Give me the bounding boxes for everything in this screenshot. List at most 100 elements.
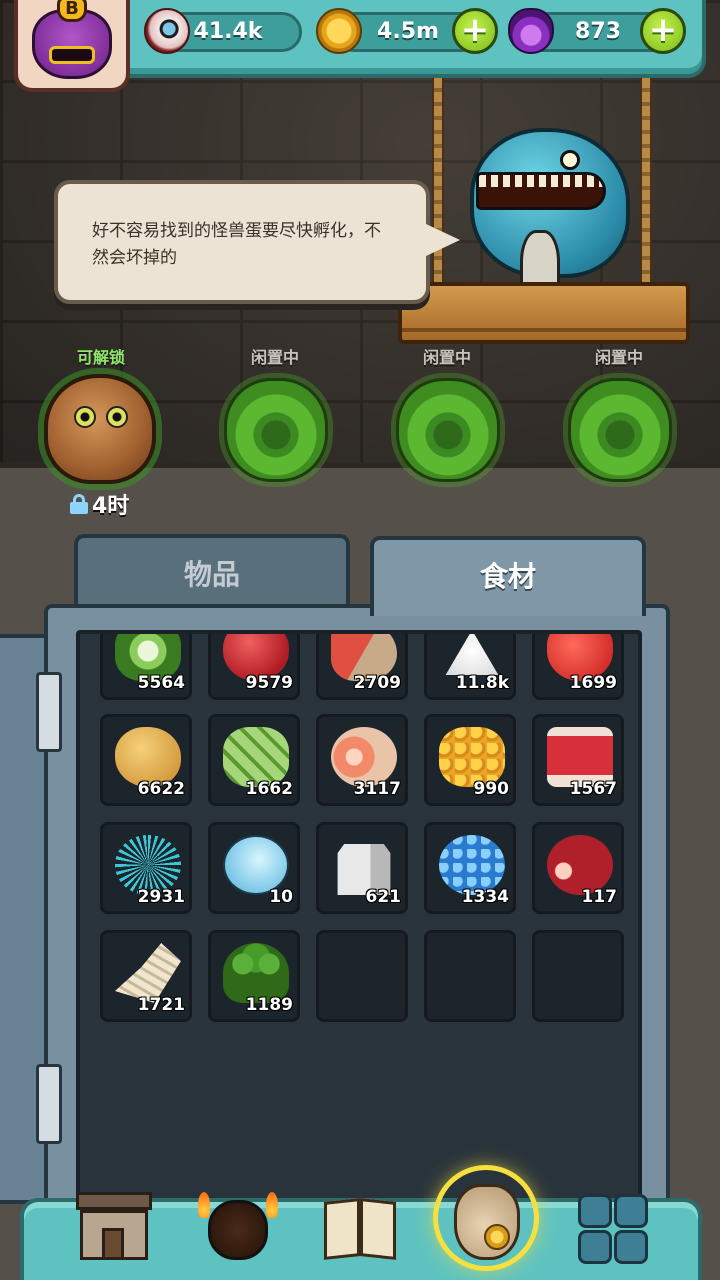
sea-urchin-icon bbox=[115, 835, 181, 895]
swing-rope-left bbox=[432, 78, 444, 308]
bag-body bbox=[454, 1184, 520, 1260]
lock-icon bbox=[70, 494, 88, 514]
speech-text: 好不容易找到的怪兽蛋要尽快孵化，不然会坏掉的 bbox=[92, 221, 381, 268]
ingredient-count: 1699 bbox=[569, 673, 617, 693]
ingredient-slot[interactable]: 1721 bbox=[100, 930, 192, 1022]
slot-status: 可解锁 bbox=[76, 348, 125, 367]
speech-bubble: 好不容易找到的怪兽蛋要尽快孵化，不然会坏掉的 bbox=[54, 180, 460, 304]
ingredient-slot[interactable]: 1189 bbox=[208, 930, 300, 1022]
slot-status: 闲置中 bbox=[594, 348, 643, 367]
light-bulb-icon bbox=[223, 835, 289, 895]
incubator-slot-2[interactable]: 闲置中 bbox=[210, 344, 340, 482]
ingredient-slot[interactable]: 1334 bbox=[424, 822, 516, 914]
empty-ingredient-slot[interactable] bbox=[316, 930, 408, 1022]
ingredient-slot[interactable]: 2931 bbox=[100, 822, 192, 914]
ingredient-slot[interactable]: 2709 bbox=[316, 634, 408, 700]
grid-square bbox=[614, 1230, 648, 1264]
ingredient-count: 3117 bbox=[353, 779, 401, 799]
monster-eye bbox=[560, 150, 580, 170]
ingredient-slot[interactable]: 3117 bbox=[316, 714, 408, 806]
ingredient-slot[interactable]: 9579 bbox=[208, 634, 300, 700]
tab-items[interactable]: 物品 bbox=[74, 534, 350, 614]
resource-bar: 41.4k 4.5m 873 bbox=[110, 0, 706, 78]
nav-shop-button[interactable] bbox=[72, 1186, 156, 1270]
empty-incubator-icon bbox=[224, 378, 328, 482]
egg-eye-icon bbox=[106, 406, 128, 428]
incubator-slot-4[interactable]: 闲置中 bbox=[554, 344, 684, 482]
empty-ingredient-slot[interactable] bbox=[424, 930, 516, 1022]
incubator-slot-3[interactable]: 闲置中 bbox=[382, 344, 512, 482]
ingredient-count: 621 bbox=[365, 887, 402, 907]
slot-status: 闲置中 bbox=[250, 348, 299, 367]
grid-square bbox=[578, 1194, 612, 1228]
book-page-left bbox=[324, 1198, 360, 1260]
ingredient-grid[interactable]: 5564 9579 2709 11.8k 1699 6622 1662 3117… bbox=[76, 630, 642, 1206]
ingredient-slot[interactable]: 990 bbox=[424, 714, 516, 806]
grid-square bbox=[578, 1230, 612, 1264]
book-page-right bbox=[360, 1198, 396, 1260]
shop-roof bbox=[76, 1192, 152, 1210]
shop-door bbox=[102, 1228, 124, 1260]
ingredient-count: 11.8k bbox=[455, 673, 509, 693]
shell-root-icon bbox=[115, 943, 181, 1003]
bag-coin bbox=[484, 1224, 510, 1250]
nav-recipe-button[interactable] bbox=[318, 1186, 402, 1270]
ingredient-count: 1189 bbox=[245, 995, 293, 1015]
nav-more-button[interactable] bbox=[574, 1186, 658, 1270]
monster-mouth bbox=[476, 172, 606, 210]
ingredient-slot[interactable]: 10 bbox=[208, 822, 300, 914]
monster-avatar-icon: B bbox=[32, 0, 112, 79]
empty-incubator-icon bbox=[396, 378, 500, 482]
door-hinge bbox=[36, 1064, 62, 1144]
swing-rope-right bbox=[640, 78, 652, 308]
roast-meat-icon bbox=[547, 835, 613, 895]
ingredient-count: 990 bbox=[473, 779, 510, 799]
nav-ingredients-button[interactable] bbox=[444, 1180, 528, 1264]
ingredient-count: 5564 bbox=[137, 673, 185, 693]
ingredient-count: 6622 bbox=[137, 779, 185, 799]
swing-plank bbox=[398, 282, 690, 344]
pickle-icon bbox=[223, 727, 289, 787]
tab-ingredients[interactable]: 食材 bbox=[370, 536, 646, 616]
ingredient-slot[interactable]: 5564 bbox=[100, 634, 192, 700]
ingredient-count: 1721 bbox=[137, 995, 185, 1015]
ingredient-slot[interactable]: 621 bbox=[316, 822, 408, 914]
ingredient-count: 2931 bbox=[137, 887, 185, 907]
ingredient-slot[interactable]: 1699 bbox=[532, 634, 624, 700]
ingredient-count: 10 bbox=[269, 887, 293, 907]
monster-egg[interactable] bbox=[44, 374, 156, 484]
ingredient-slot[interactable]: 11.8k bbox=[424, 634, 516, 700]
avatar-mouth bbox=[49, 46, 95, 64]
den-monster bbox=[208, 1200, 268, 1260]
slot-status: 闲置中 bbox=[422, 348, 471, 367]
add-coins-button[interactable]: + bbox=[452, 8, 498, 54]
ingredient-count: 1334 bbox=[461, 887, 509, 907]
raw-meat-icon bbox=[547, 727, 613, 787]
ingredient-slot[interactable]: 1567 bbox=[532, 714, 624, 806]
grid-square bbox=[614, 1194, 648, 1228]
empty-ingredient-slot[interactable] bbox=[532, 930, 624, 1022]
ingredient-count: 1662 bbox=[245, 779, 293, 799]
ingredient-count: 1567 bbox=[569, 779, 617, 799]
ingredient-slot[interactable]: 6622 bbox=[100, 714, 192, 806]
add-potions-button[interactable]: + bbox=[640, 8, 686, 54]
ingredient-slot[interactable]: 117 bbox=[532, 822, 624, 914]
ingredient-slot[interactable]: 1662 bbox=[208, 714, 300, 806]
coin-icon bbox=[316, 8, 362, 54]
blueberry-cluster-icon bbox=[439, 835, 505, 895]
empty-incubator-icon bbox=[568, 378, 672, 482]
egg-eye-icon bbox=[74, 406, 96, 428]
ham-icon bbox=[331, 727, 397, 787]
eyeball-icon bbox=[144, 8, 190, 54]
rank-badge: B bbox=[57, 0, 87, 22]
egg-timer: 4时 bbox=[70, 488, 129, 520]
honeycomb-icon bbox=[439, 727, 505, 787]
player-avatar[interactable]: B bbox=[14, 0, 130, 92]
torch-flame bbox=[198, 1192, 210, 1218]
timer-text: 4时 bbox=[92, 494, 130, 519]
broccoli-icon bbox=[223, 943, 289, 1003]
door-hinge bbox=[36, 672, 62, 752]
nav-monster-button[interactable] bbox=[196, 1186, 280, 1270]
ingredient-count: 2709 bbox=[353, 673, 401, 693]
potato-icon bbox=[115, 727, 181, 787]
